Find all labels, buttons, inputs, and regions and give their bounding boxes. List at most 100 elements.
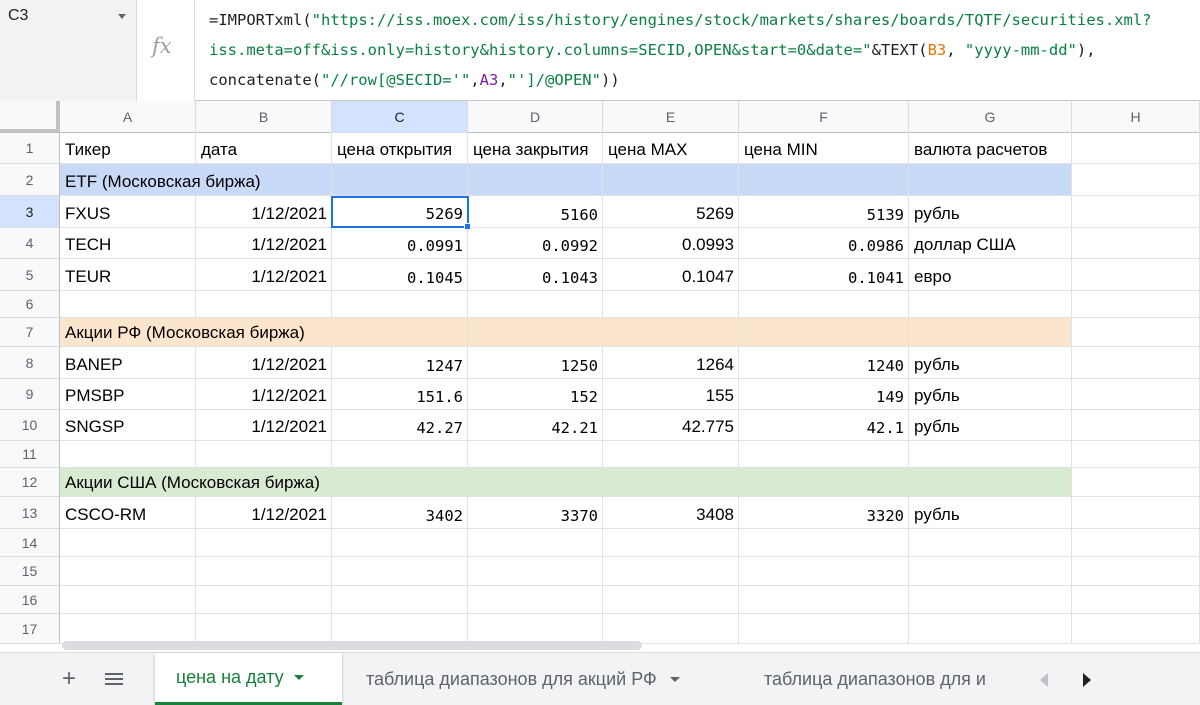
cell[interactable] xyxy=(909,557,1072,586)
header-cell-ticker[interactable]: Тикер xyxy=(60,133,196,164)
cell[interactable] xyxy=(1072,614,1200,644)
fill-handle[interactable] xyxy=(464,223,471,230)
cell[interactable] xyxy=(909,614,1072,644)
cell[interactable] xyxy=(1072,586,1200,614)
currency-cell[interactable]: рубль xyxy=(909,196,1072,228)
chevron-left-icon[interactable] xyxy=(1040,673,1048,687)
header-cell-close[interactable]: цена закрытия xyxy=(468,133,603,164)
cell[interactable] xyxy=(196,441,332,468)
formula-input[interactable]: =IMPORTxml("https://iss.moex.com/iss/his… xyxy=(209,5,1194,95)
min-price-cell[interactable]: 149 xyxy=(739,379,909,410)
date-cell[interactable]: 1/12/2021 xyxy=(196,196,332,228)
cell[interactable] xyxy=(1072,133,1200,164)
column-header-c[interactable]: C xyxy=(332,101,468,133)
max-price-cell[interactable]: 0.1047 xyxy=(603,259,739,291)
cell[interactable] xyxy=(739,586,909,614)
cell[interactable] xyxy=(468,529,603,557)
row-header[interactable]: 2 xyxy=(0,164,60,196)
ticker-cell[interactable]: FXUS xyxy=(60,196,196,228)
cell[interactable] xyxy=(1072,228,1200,259)
date-cell[interactable]: 1/12/2021 xyxy=(196,228,332,259)
row-header[interactable]: 3 xyxy=(0,196,60,228)
tab-price-on-date[interactable]: цена на дату xyxy=(155,653,342,705)
cell[interactable] xyxy=(468,441,603,468)
cell[interactable] xyxy=(739,291,909,318)
currency-cell[interactable]: рубль xyxy=(909,379,1072,410)
tab-ranges-ru[interactable]: таблица диапазонов для акций РФ xyxy=(366,653,736,705)
ticker-cell[interactable]: PMSBP xyxy=(60,379,196,410)
cell[interactable] xyxy=(332,586,468,614)
cell[interactable] xyxy=(332,557,468,586)
horizontal-scrollbar[interactable] xyxy=(62,641,642,650)
min-price-cell[interactable]: 42.1 xyxy=(739,410,909,441)
cell[interactable] xyxy=(603,529,739,557)
cell[interactable] xyxy=(909,586,1072,614)
cell[interactable] xyxy=(1072,196,1200,228)
cell[interactable] xyxy=(468,557,603,586)
cell[interactable] xyxy=(332,291,468,318)
ticker-cell[interactable]: TECH xyxy=(60,228,196,259)
currency-cell[interactable]: рубль xyxy=(909,497,1072,529)
column-header-d[interactable]: D xyxy=(468,101,603,133)
open-price-cell[interactable]: 1247 xyxy=(332,347,468,379)
cell[interactable] xyxy=(332,529,468,557)
cell[interactable] xyxy=(196,557,332,586)
cell[interactable] xyxy=(468,468,603,497)
chevron-down-icon[interactable] xyxy=(118,14,126,19)
cell[interactable] xyxy=(1072,318,1200,347)
row-header[interactable]: 6 xyxy=(0,291,60,318)
cell[interactable] xyxy=(739,318,909,347)
row-header[interactable]: 9 xyxy=(0,379,60,410)
cell[interactable] xyxy=(603,557,739,586)
cell[interactable] xyxy=(332,318,468,347)
row-header[interactable]: 14 xyxy=(0,529,60,557)
cell[interactable] xyxy=(1072,410,1200,441)
row-header[interactable]: 11 xyxy=(0,441,60,468)
min-price-cell[interactable]: 5139 xyxy=(739,196,909,228)
cell[interactable] xyxy=(1072,291,1200,318)
open-price-cell[interactable]: 3402 xyxy=(332,497,468,529)
row-header[interactable]: 13 xyxy=(0,497,60,529)
cell[interactable] xyxy=(60,557,196,586)
cell[interactable] xyxy=(332,614,468,644)
cell[interactable] xyxy=(196,529,332,557)
cell[interactable] xyxy=(196,291,332,318)
cell[interactable] xyxy=(603,468,739,497)
close-price-cell[interactable]: 1250 xyxy=(468,347,603,379)
cell[interactable] xyxy=(909,468,1072,497)
chevron-down-icon[interactable] xyxy=(293,675,304,680)
row-header[interactable]: 10 xyxy=(0,410,60,441)
column-header-h[interactable]: H xyxy=(1072,101,1200,133)
close-price-cell[interactable]: 0.1043 xyxy=(468,259,603,291)
cell[interactable] xyxy=(1072,164,1200,196)
row-header[interactable]: 8 xyxy=(0,347,60,379)
ticker-cell[interactable]: TEUR xyxy=(60,259,196,291)
header-cell-date[interactable]: дата xyxy=(196,133,332,164)
cell[interactable] xyxy=(739,164,909,196)
cell[interactable] xyxy=(739,614,909,644)
min-price-cell[interactable]: 0.0986 xyxy=(739,228,909,259)
cell[interactable] xyxy=(909,291,1072,318)
max-price-cell[interactable]: 0.0993 xyxy=(603,228,739,259)
cell[interactable] xyxy=(468,586,603,614)
cell[interactable] xyxy=(603,441,739,468)
date-cell[interactable]: 1/12/2021 xyxy=(196,497,332,529)
ticker-cell[interactable]: CSCO-RM xyxy=(60,497,196,529)
row-header[interactable]: 5 xyxy=(0,259,60,291)
currency-cell[interactable]: рубль xyxy=(909,410,1072,441)
cell[interactable] xyxy=(196,586,332,614)
row-header[interactable]: 16 xyxy=(0,586,60,614)
tab-ranges-other[interactable]: таблица диапазонов для и xyxy=(764,653,986,705)
cell[interactable] xyxy=(1072,259,1200,291)
row-header[interactable]: 1 xyxy=(0,133,60,164)
cell[interactable] xyxy=(739,557,909,586)
close-price-cell[interactable]: 42.21 xyxy=(468,410,603,441)
row-header[interactable]: 17 xyxy=(0,614,60,644)
currency-cell[interactable]: рубль xyxy=(909,347,1072,379)
open-price-cell[interactable]: 42.27 xyxy=(332,410,468,441)
cell[interactable] xyxy=(332,441,468,468)
column-header-g[interactable]: G xyxy=(909,101,1072,133)
cell[interactable] xyxy=(909,318,1072,347)
max-price-cell[interactable]: 5269 xyxy=(603,196,739,228)
cell[interactable] xyxy=(1072,441,1200,468)
